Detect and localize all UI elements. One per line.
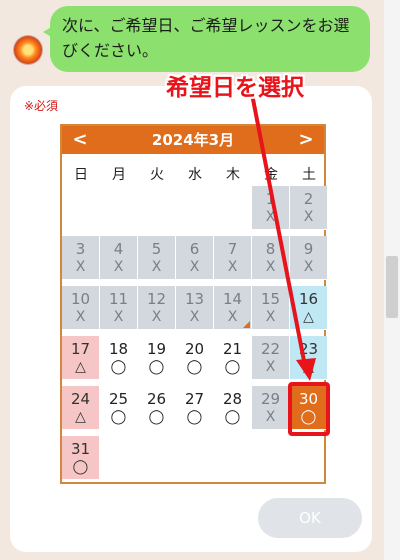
selection-highlight-box [288, 382, 330, 436]
scrollbar-thumb[interactable] [386, 256, 398, 318]
arrow-line [250, 93, 307, 367]
scrollbar[interactable] [384, 0, 400, 560]
arrow-head [296, 358, 316, 381]
annotation-callout: 希望日を選択 [166, 75, 304, 101]
